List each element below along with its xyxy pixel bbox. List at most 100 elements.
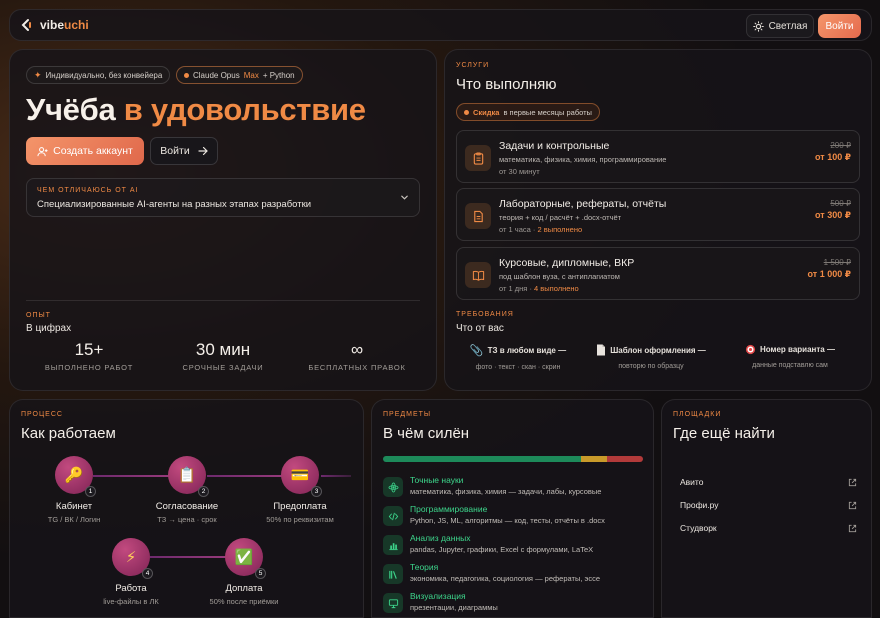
requirement-item: Шаблон оформления — повторю по образцу <box>586 344 716 370</box>
places-card: Площадки Где ещё найти Авито Профи.ру Ст… <box>661 399 872 618</box>
page-icon <box>596 344 606 356</box>
service-item-thesis[interactable]: Курсовые, дипломные, ВКР под шаблон вуза… <box>456 247 860 300</box>
sparkle-icon: ✦ <box>34 69 42 80</box>
stat-value: 30 мин <box>195 340 251 359</box>
skills-kicker: Предметы <box>383 411 432 418</box>
place-name: Авито <box>680 477 704 487</box>
external-link-icon <box>848 524 857 533</box>
clipboard-icon: 📋 2 <box>168 456 209 497</box>
requirements-title: Что от вас <box>456 323 504 334</box>
step-sub: 50% после приёмки <box>209 597 279 606</box>
skill-item: Программирование Python, JS, ML, алгорит… <box>383 503 645 530</box>
badge-tech-c: + Python <box>262 70 295 80</box>
step-title: Доплата <box>225 583 263 594</box>
skill-name: Визуализация <box>410 591 466 601</box>
requirement-sub: фото · текст · скан · скрин <box>475 364 561 371</box>
service-price: от 100 ₽ <box>815 152 851 162</box>
dot-icon <box>184 72 189 78</box>
skill-item: Точные науки математика, физика, химия —… <box>383 474 645 501</box>
logo-text: vibeuchi <box>40 18 89 32</box>
stat-works: 15+ Выполнено работ <box>24 340 154 372</box>
check-icon: ✅ 5 <box>225 538 266 579</box>
skill-item: Визуализация презентации, диаграммы <box>383 590 645 617</box>
skill-distribution-bar <box>383 456 643 462</box>
step-sub: live-файлы в ЛК <box>103 597 159 606</box>
service-desc: теория + код / расчёт + .docx-отчёт <box>499 213 622 222</box>
badge-tech-a: Claude Opus <box>193 70 240 80</box>
service-done: 4 выполнено <box>534 284 579 293</box>
place-name: Профи.ру <box>680 500 719 510</box>
logo-icon <box>20 18 34 32</box>
skill-item: Анализ данных pandas, Jupyter, графики, … <box>383 532 645 559</box>
check-icon: ✅ <box>234 549 254 566</box>
skill-name: Теория <box>410 562 439 572</box>
hero-title-main: Учёба <box>26 92 116 127</box>
step-title: Кабинет <box>55 501 93 512</box>
skill-item: Теория экономика, педагогика, социология… <box>383 561 645 588</box>
skill-bar-segment <box>580 456 607 462</box>
logo[interactable]: vibeuchi <box>20 18 89 32</box>
experience-kicker: Опыт <box>26 312 51 319</box>
enter-button[interactable]: Войти <box>150 137 218 165</box>
service-name: Задачи и контрольные <box>499 140 610 152</box>
service-old-price: 500 ₽ <box>830 199 851 208</box>
enter-label: Войти <box>160 145 190 157</box>
service-desc: под шаблон вуза, с антиплагиатом <box>499 272 620 281</box>
user-plus-icon <box>37 146 48 157</box>
process-card: Процесс Как работаем 🔑 1 Кабинет TG / ВК … <box>9 399 364 618</box>
place-link-avito[interactable]: Авито <box>680 474 857 490</box>
create-account-button[interactable]: Создать аккаунт <box>26 137 144 165</box>
skill-desc: Python, JS, ML, алгоритмы — код, тесты, … <box>410 516 605 525</box>
books-icon <box>383 564 403 584</box>
key-icon: 🔑 1 <box>55 456 96 497</box>
requirement-item: Номер варианта — данные подставлю сам <box>720 344 860 369</box>
skill-name: Точные науки <box>410 475 464 485</box>
skill-desc: экономика, педагогика, социология — рефе… <box>410 574 601 583</box>
sale-highlight: Скидка <box>473 107 500 117</box>
dot-icon <box>464 109 469 115</box>
target-icon <box>745 344 756 355</box>
skills-title: В чём силён <box>383 425 470 442</box>
atom-icon <box>383 477 403 497</box>
requirement-line: Шаблон оформления — <box>586 344 716 356</box>
theme-toggle-button[interactable]: Светлая <box>746 14 814 38</box>
external-link-icon <box>848 501 857 510</box>
place-link-profi[interactable]: Профи.ру <box>680 497 857 513</box>
skills-card: Предметы В чём силён Точные науки матема… <box>371 399 654 618</box>
stat-value: 15+ <box>74 340 104 359</box>
sun-icon <box>752 20 764 32</box>
external-link-icon <box>848 478 857 487</box>
badge-individual-label: Индивидуально, без конвейера <box>45 70 163 80</box>
skill-desc: математика, физика, химия — задачи, лабы… <box>410 487 602 496</box>
skill-name: Программирование <box>410 504 488 514</box>
step-number: 2 <box>198 486 209 497</box>
step-number: 1 <box>85 486 96 497</box>
process-step: 🔑 1 Кабинет TG / ВК / Логин <box>19 456 129 524</box>
badge-individual: ✦ Индивидуально, без конвейера <box>26 66 171 84</box>
service-meta: от 1 дня · 4 выполнено <box>499 284 579 293</box>
step-title: Согласование <box>155 501 219 512</box>
service-item-labs[interactable]: Лабораторные, рефераты, отчёты теория + … <box>456 188 860 241</box>
requirement-title: Шаблон оформления — <box>610 345 706 355</box>
process-step: ✅ 5 Доплата 50% после приёмки <box>189 538 299 606</box>
skill-desc: презентации, диаграммы <box>410 603 498 612</box>
stat-value: ∞ <box>350 340 364 359</box>
code-icon <box>383 506 403 526</box>
place-link-studwork[interactable]: Студворк <box>680 520 857 536</box>
hero-title: Учёба в удовольствие <box>26 92 366 128</box>
service-time: от 1 дня <box>499 284 528 293</box>
login-button[interactable]: Войти <box>818 14 861 38</box>
process-step: 📋 2 Согласование ТЗ → цена · срок <box>132 456 242 524</box>
sale-text: в первые месяцы работы <box>503 107 592 117</box>
services-card: Услуги Что выполняю Скидка в первые меся… <box>444 49 872 391</box>
monitor-icon <box>383 593 403 613</box>
ai-difference-accordion[interactable]: Чем отличаюсь от AI Специализированные A… <box>26 178 420 217</box>
service-old-price: 200 ₽ <box>830 141 851 150</box>
step-title: Предоплата <box>273 501 327 512</box>
service-item-tasks[interactable]: Задачи и контрольные математика, физика,… <box>456 130 860 183</box>
badge-tech: Claude Opus Max + Python <box>176 66 303 84</box>
arrow-right-icon <box>198 146 208 156</box>
services-title: Что выполняю <box>456 76 557 93</box>
skill-desc: pandas, Jupyter, графики, Excel с формул… <box>410 545 594 554</box>
stat-label: Срочные задачи <box>182 363 264 372</box>
